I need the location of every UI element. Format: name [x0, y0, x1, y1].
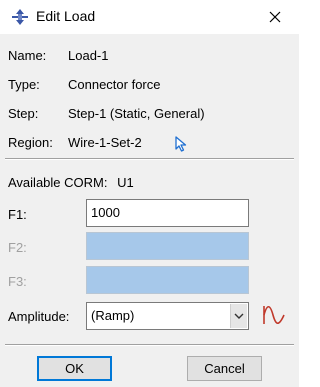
chevron-down-icon[interactable] — [230, 304, 247, 328]
f1-input[interactable]: 1000 — [86, 199, 249, 227]
type-value: Connector force — [68, 77, 161, 92]
amplitude-select[interactable]: (Ramp) — [86, 302, 249, 330]
ok-button[interactable]: OK — [37, 356, 112, 381]
close-button[interactable] — [262, 5, 288, 29]
f1-label: F1: — [8, 207, 27, 222]
f3-label: F3: — [8, 274, 27, 289]
close-icon — [269, 11, 281, 23]
f3-input — [86, 266, 249, 294]
step-value: Step-1 (Static, General) — [68, 106, 205, 121]
name-row: Name: Load-1 — [8, 47, 108, 65]
load-arrows-icon — [11, 8, 29, 26]
corm-value: U1 — [117, 175, 134, 190]
type-label: Type: — [8, 77, 40, 92]
name-value: Load-1 — [68, 48, 109, 63]
corm-label: Available CORM: — [8, 175, 108, 190]
f2-input — [86, 232, 249, 260]
name-label: Name: — [8, 48, 47, 63]
amplitude-label: Amplitude: — [8, 309, 70, 324]
cancel-button[interactable]: Cancel — [187, 356, 262, 381]
type-row: Type: Connector force — [8, 76, 161, 94]
amplitude-wave-icon[interactable] — [261, 302, 287, 328]
select-cursor-icon[interactable] — [175, 136, 189, 152]
step-label: Step: — [8, 106, 39, 121]
f2-label: F2: — [8, 240, 27, 255]
amplitude-selected-value: (Ramp) — [91, 308, 135, 323]
title-bar: Edit Load — [0, 0, 299, 34]
region-value: Wire-1-Set-2 — [68, 135, 142, 150]
separator-top — [5, 158, 294, 160]
region-row: Region: Wire-1-Set-2 — [8, 134, 208, 152]
separator-bottom — [5, 344, 294, 346]
available-corm: Available CORM: U1 — [8, 174, 134, 192]
window-title: Edit Load — [36, 8, 96, 24]
step-row: Step: Step-1 (Static, General) — [8, 105, 205, 123]
region-label: Region: — [8, 135, 53, 150]
